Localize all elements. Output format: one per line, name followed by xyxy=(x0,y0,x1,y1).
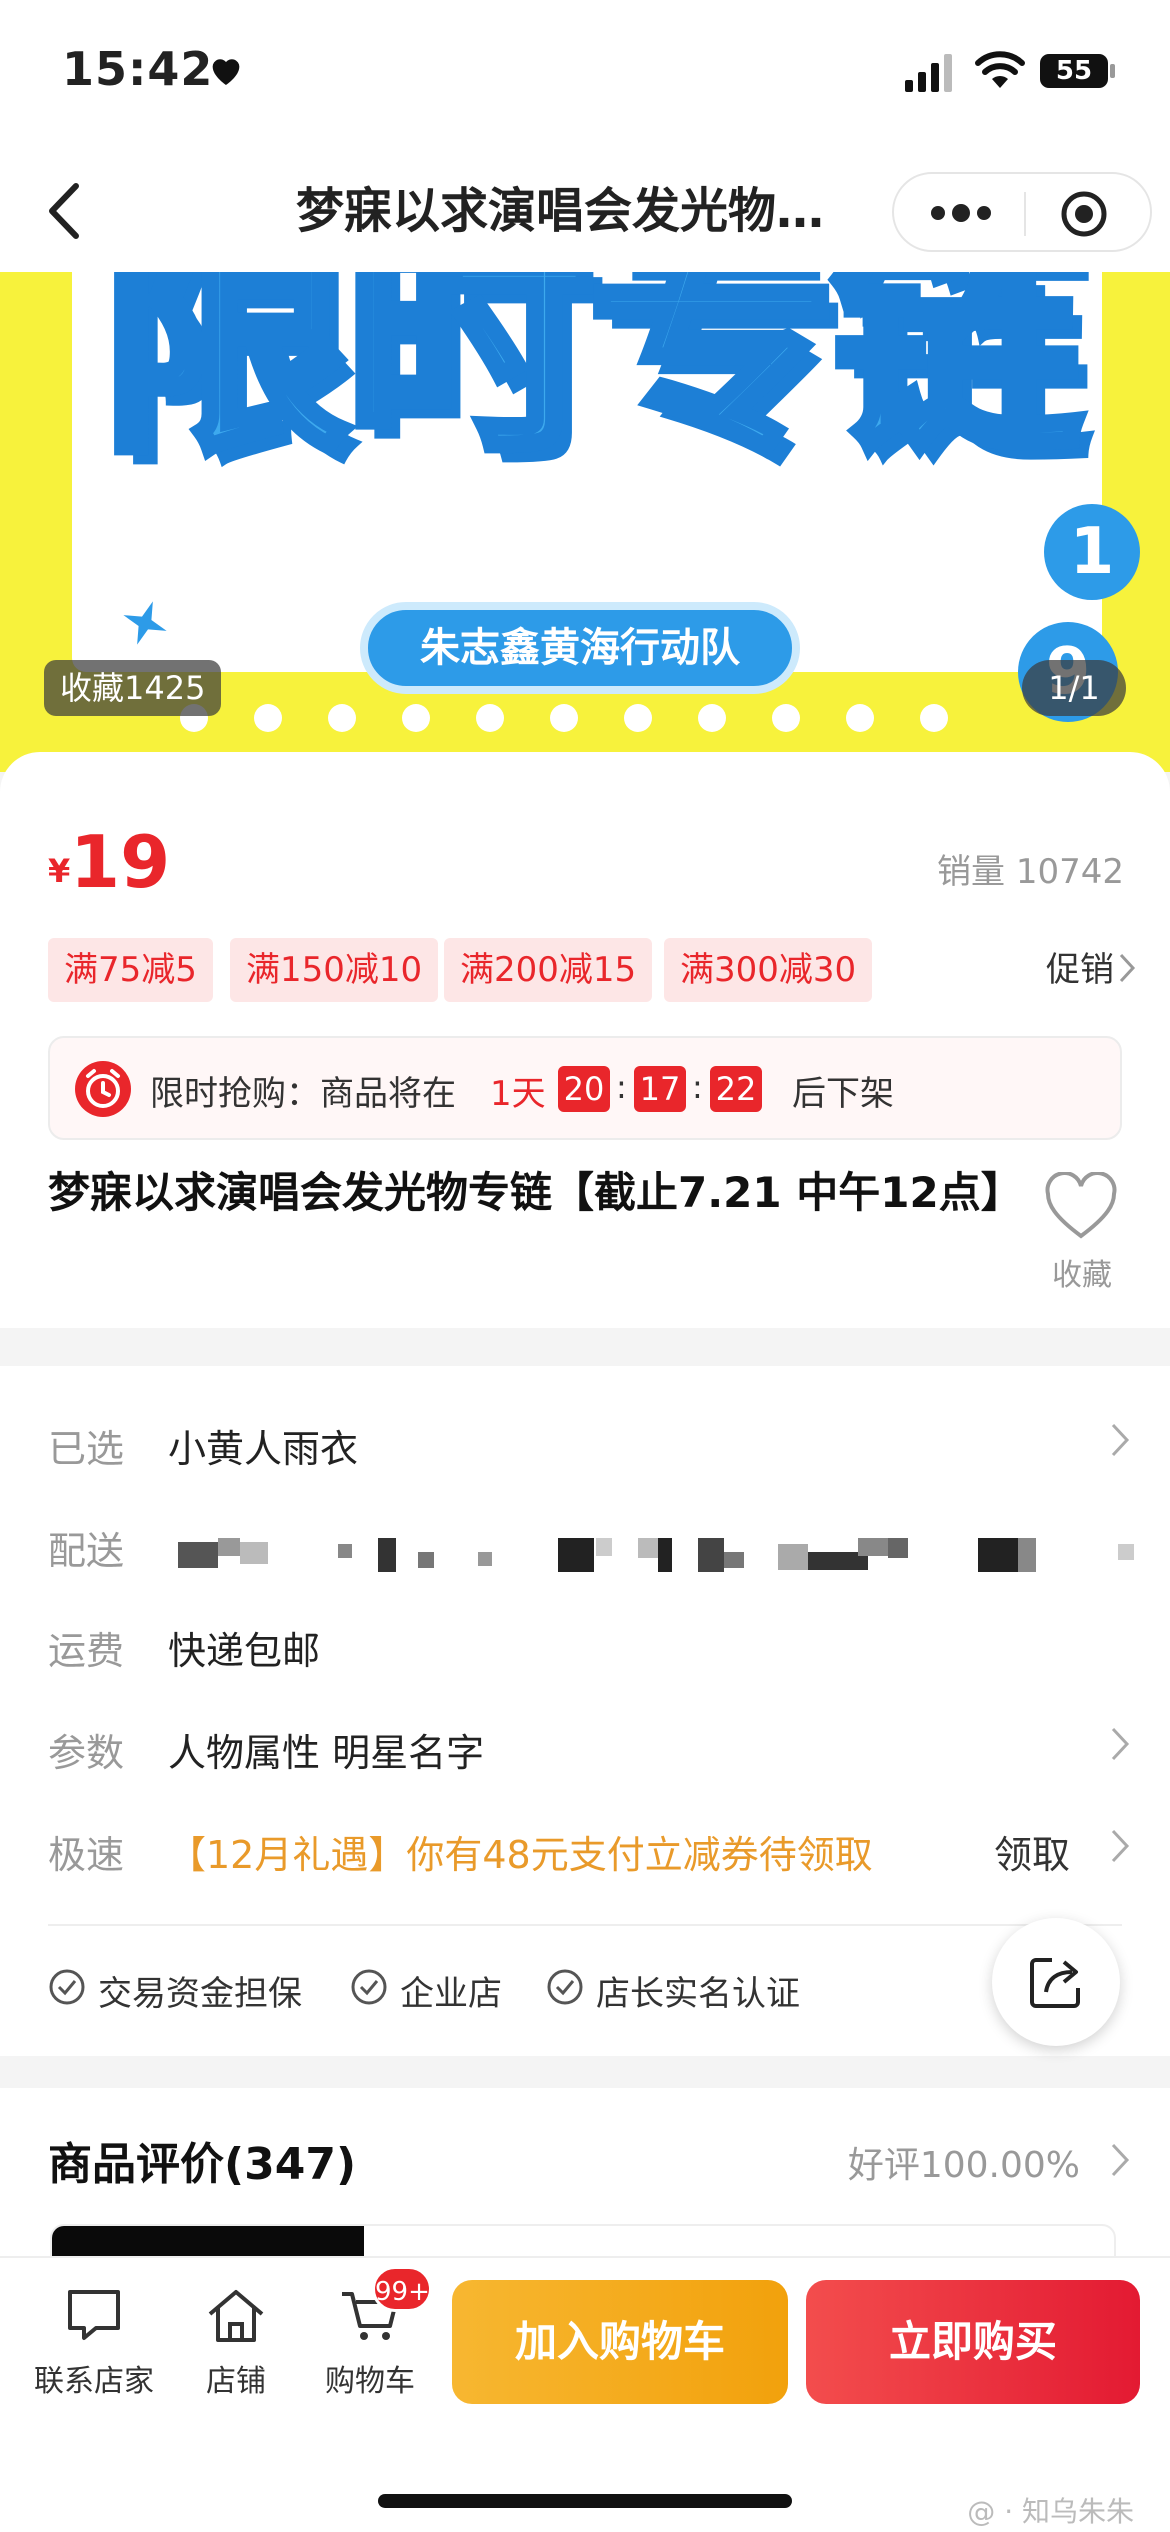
chevron-right-icon[interactable] xyxy=(1110,1828,1130,1864)
watermark: @ · 知乌朱朱 xyxy=(967,2495,1134,2528)
sparkle-icon xyxy=(123,601,167,645)
claim-button[interactable]: 领取 xyxy=(994,1824,1070,1879)
alarm-clock-icon xyxy=(75,1061,131,1117)
check-circle-icon xyxy=(49,1969,85,2005)
product-banner[interactable]: 限时专链 限时专链 朱志鑫黄海行动队 1 9 收藏1425 1/1 xyxy=(0,272,1170,772)
cart-count-badge: 99+ xyxy=(372,2266,432,2312)
flash-sale-label: 限时抢购：商品将在 xyxy=(150,1074,456,1114)
home-icon xyxy=(208,2290,264,2342)
delivery-label: 配送 xyxy=(48,1529,125,1573)
product-page: 15:42 55 梦寐以求演唱会发光物… 限时专链 限时专链 朱志鑫黄海行动队 … xyxy=(0,0,1170,2532)
banner-badge-one: 1 xyxy=(1044,504,1140,600)
banner-dots xyxy=(180,704,1040,744)
nav-bar: 梦寐以求演唱会发光物… xyxy=(0,150,1170,272)
shop-tab[interactable]: 店铺 xyxy=(166,2284,306,2400)
battery-indicator: 55 xyxy=(1040,54,1108,88)
promo-link[interactable]: 促销 xyxy=(1046,942,1114,991)
product-info-card: ¥ 19 销量 10742 满75减5 满150减10 满200减15 满300… xyxy=(0,752,1170,1328)
decor-dot xyxy=(772,704,800,732)
page-title: 梦寐以求演唱会发光物… xyxy=(296,183,825,239)
product-title: 梦寐以求演唱会发光物专链【截止7.21 中午12点】 xyxy=(48,1168,1023,1217)
countdown-colon: : xyxy=(692,1068,703,1106)
countdown-minutes: 17 xyxy=(634,1066,686,1112)
decor-dot xyxy=(476,704,504,732)
flash-sale-suffix: 后下架 xyxy=(792,1074,894,1114)
check-circle-icon xyxy=(351,1969,387,2005)
contact-seller-tab[interactable]: 联系店家 xyxy=(24,2284,164,2400)
chevron-right-icon[interactable] xyxy=(1110,2142,1130,2178)
bottom-action-bar: 联系店家 店铺 购物车 99+ 加入购物车 立即购买 @ · 知乌朱朱 xyxy=(0,2256,1170,2532)
shipping-label: 运费 xyxy=(48,1629,125,1673)
guarantee-item: 企业店 xyxy=(350,1966,502,2015)
home-indicator xyxy=(378,2494,792,2508)
close-target-icon[interactable] xyxy=(1060,190,1108,238)
banner-headline: 限时专链 xyxy=(95,272,1087,486)
battery-tip xyxy=(1110,64,1115,78)
back-arrow-icon[interactable] xyxy=(40,178,90,244)
guarantee-label: 店长实名认证 xyxy=(596,1974,800,2014)
add-to-cart-button[interactable]: 加入购物车 xyxy=(452,2280,788,2404)
buy-now-button[interactable]: 立即购买 xyxy=(806,2280,1140,2404)
params-value[interactable]: 人物属性 明星名字 xyxy=(168,1722,484,1777)
guarantee-item: 交易资金担保 xyxy=(48,1966,302,2015)
chevron-right-icon xyxy=(1119,953,1136,983)
countdown-seconds: 22 xyxy=(710,1066,762,1112)
currency-symbol: ¥ xyxy=(48,852,71,890)
express-label: 极速 xyxy=(48,1833,125,1877)
coupon-tag[interactable]: 满75减5 xyxy=(48,938,213,1002)
favorite-count-badge: 收藏1425 xyxy=(44,660,222,716)
countdown-hours: 20 xyxy=(558,1066,610,1112)
decor-dot xyxy=(402,704,430,732)
price: 19 xyxy=(70,820,171,904)
mini-program-capsule xyxy=(892,172,1152,252)
decor-dot xyxy=(328,704,356,732)
positive-rate[interactable]: 好评100.00% xyxy=(848,2136,1080,2188)
selected-value[interactable]: 小黄人雨衣 xyxy=(168,1418,358,1473)
guarantee-item: 店长实名认证 xyxy=(546,1966,800,2015)
favorite-label[interactable]: 收藏 xyxy=(1052,1250,1112,1294)
shipping-value: 快递包邮 xyxy=(168,1629,321,1673)
status-bar: 15:42 55 xyxy=(0,0,1170,150)
share-button[interactable] xyxy=(992,1918,1120,2046)
chat-icon xyxy=(68,2290,120,2340)
status-time: 15:42 xyxy=(62,42,214,96)
wifi-icon xyxy=(975,51,1025,88)
coupon-tag[interactable]: 满200减15 xyxy=(444,938,653,1002)
tab-label: 店铺 xyxy=(206,2364,266,2399)
decor-dot xyxy=(920,704,948,732)
decor-dot xyxy=(846,704,874,732)
share-icon xyxy=(1030,1958,1080,2008)
chevron-right-icon[interactable] xyxy=(1110,1726,1130,1762)
countdown-colon: : xyxy=(616,1068,627,1106)
image-page-indicator: 1/1 xyxy=(1022,660,1126,716)
flash-sale-banner: 限时抢购：商品将在 1天 20 : 17 : 22 后下架 xyxy=(48,1036,1122,1140)
tab-label: 购物车 xyxy=(325,2364,415,2399)
coupon-tag[interactable]: 满150减10 xyxy=(230,938,439,1002)
pixelated-address xyxy=(178,1538,1134,1572)
decor-dot xyxy=(254,704,282,732)
more-icon[interactable] xyxy=(928,200,994,226)
heart-icon xyxy=(212,59,240,85)
gift-coupon-text[interactable]: 【12月礼遇】你有48元支付立减券待领取 xyxy=(168,1824,873,1879)
decor-dot xyxy=(624,704,652,732)
reviews-title[interactable]: 商品评价(347) xyxy=(48,2128,356,2192)
tab-label: 联系店家 xyxy=(34,2364,154,2399)
signal-icon xyxy=(905,54,952,92)
selected-label: 已选 xyxy=(48,1427,125,1471)
coupon-tag[interactable]: 满300减30 xyxy=(664,938,873,1002)
guarantee-label: 企业店 xyxy=(400,1974,502,2014)
guarantee-label: 交易资金担保 xyxy=(98,1974,302,2014)
decor-dot xyxy=(550,704,578,732)
favorite-heart-icon[interactable] xyxy=(1044,1172,1118,1242)
countdown-days: 1天 xyxy=(490,1074,546,1114)
decor-dot xyxy=(698,704,726,732)
product-detail-card: 已选 小黄人雨衣 配送 运费 快递包邮 参数 人物属性 明星名字 极速 【12月… xyxy=(0,1366,1170,2056)
check-circle-icon xyxy=(547,1969,583,2005)
sales-count: 销量 10742 xyxy=(937,852,1124,892)
capsule-divider xyxy=(1024,192,1026,236)
params-label: 参数 xyxy=(48,1731,125,1775)
chevron-right-icon[interactable] xyxy=(1110,1422,1130,1458)
divider xyxy=(48,1924,1122,1926)
banner-tag: 朱志鑫黄海行动队 xyxy=(360,602,800,694)
